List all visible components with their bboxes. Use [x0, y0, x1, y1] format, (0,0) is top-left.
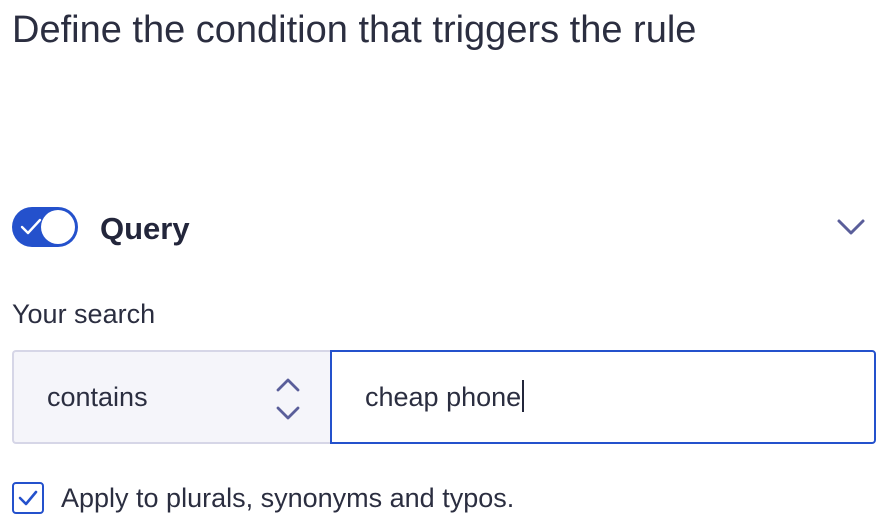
operator-value: contains [47, 382, 148, 412]
query-input[interactable]: cheap phone [330, 350, 876, 444]
operator-select[interactable]: contains [12, 350, 330, 444]
chevron-down-icon[interactable] [836, 214, 866, 240]
query-input-value: cheap phone [365, 380, 525, 414]
check-icon [20, 218, 42, 235]
apply-variants-checkbox[interactable] [12, 482, 44, 514]
text-caret [522, 380, 525, 412]
search-label: Your search [12, 299, 156, 329]
query-toggle[interactable] [12, 207, 78, 247]
check-icon [18, 490, 38, 506]
query-text: cheap phone [365, 382, 522, 412]
apply-variants-label[interactable]: Apply to plurals, synonyms and typos. [61, 481, 514, 515]
toggle-knob [41, 210, 75, 244]
select-arrows-icon [276, 378, 300, 420]
page-title: Define the condition that triggers the r… [12, 9, 697, 51]
section-title: Query [100, 211, 190, 246]
